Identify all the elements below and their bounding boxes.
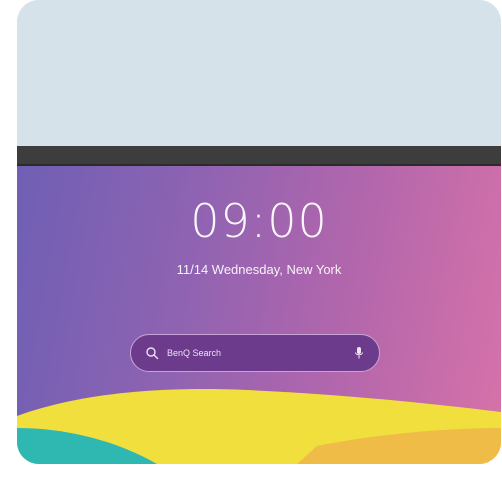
search-input[interactable]: BenQ Search: [167, 348, 353, 358]
display-frame: 09:00 11/14 Wednesday, New York BenQ Sea…: [17, 0, 501, 464]
display-bezel: [17, 146, 501, 166]
lockscreen-date-location: 11/14 Wednesday, New York: [176, 262, 342, 277]
lock-screen: 09:00 11/14 Wednesday, New York BenQ Sea…: [17, 166, 501, 464]
lockscreen-clock: 09:00: [190, 194, 328, 248]
wall-background: [17, 0, 501, 146]
microphone-icon[interactable]: [353, 346, 365, 360]
search-bar[interactable]: BenQ Search: [130, 334, 380, 372]
search-icon: [145, 346, 159, 360]
